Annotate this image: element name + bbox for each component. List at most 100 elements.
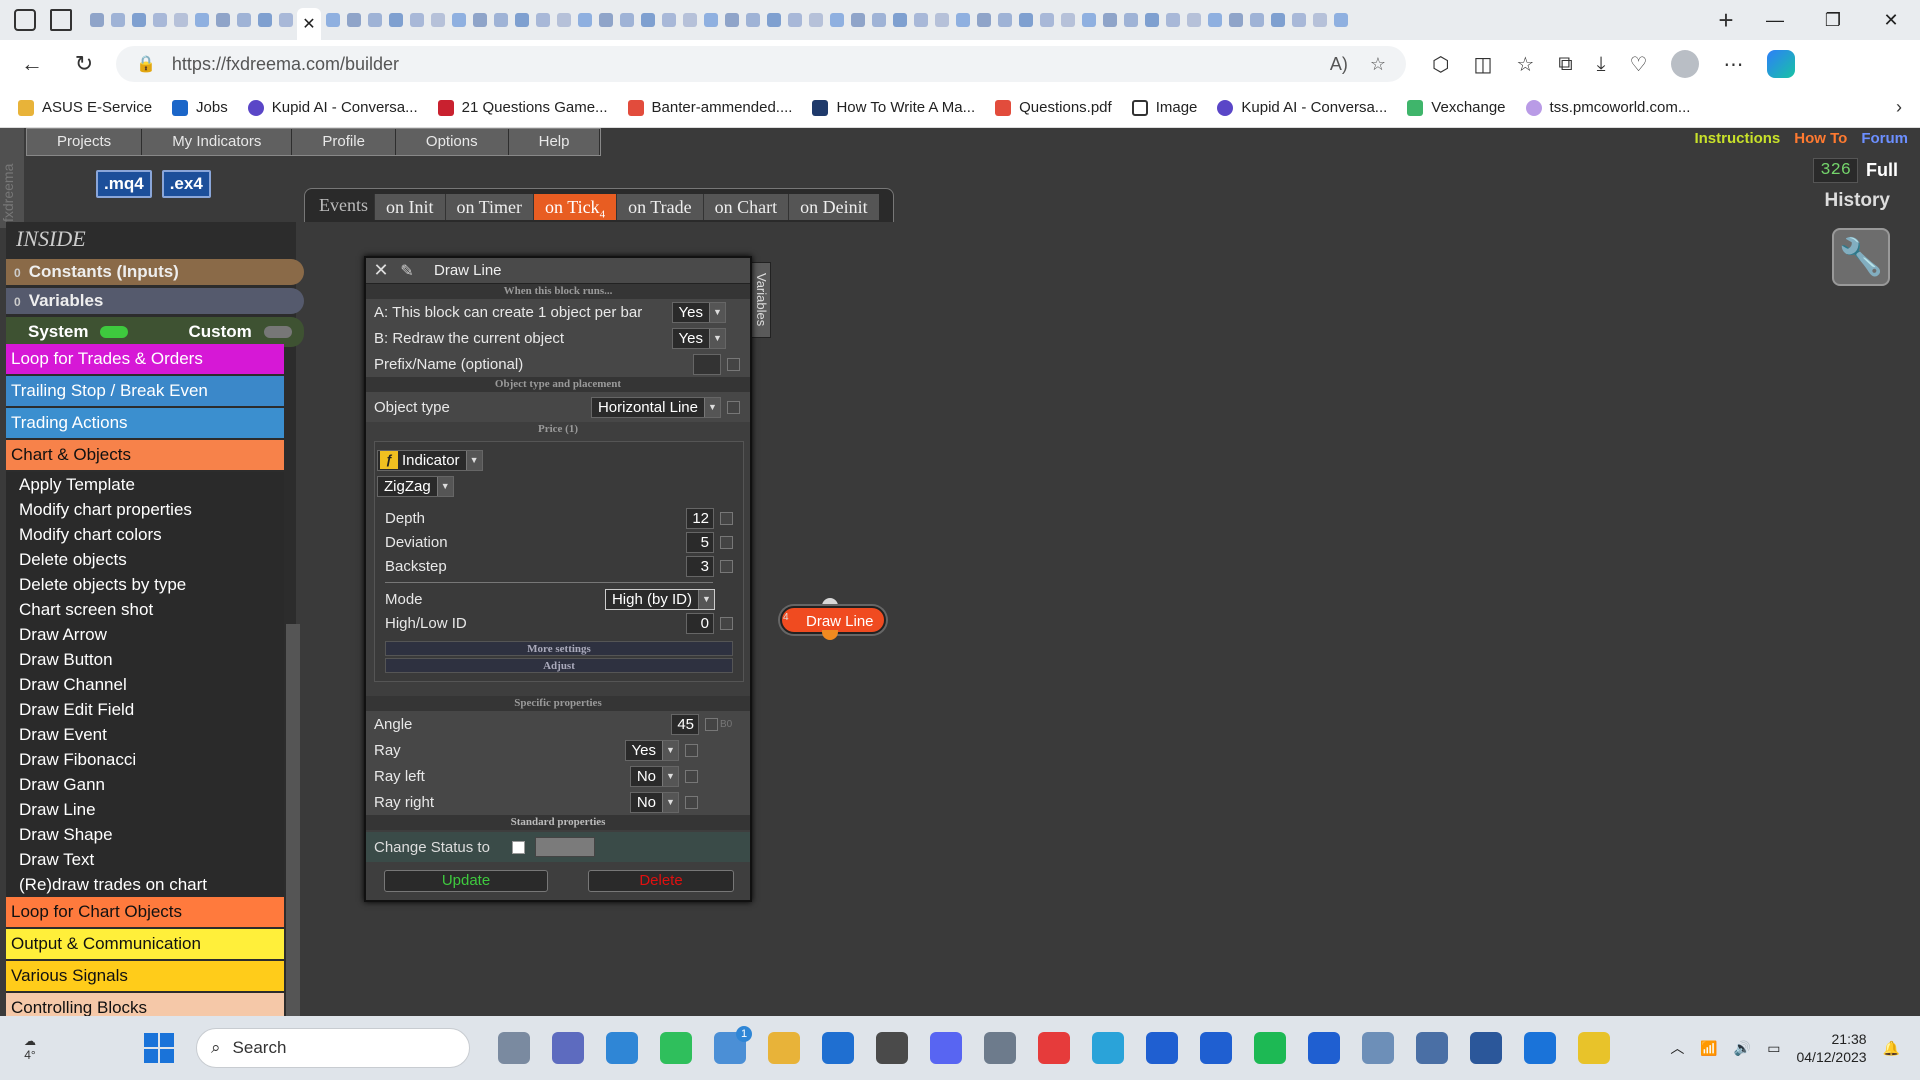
ray-left-checkbox[interactable]	[685, 769, 698, 783]
copilot-icon[interactable]	[1767, 50, 1796, 78]
bookmark-item[interactable]: Image	[1131, 99, 1197, 116]
event-tab[interactable]: on Trade	[616, 194, 703, 220]
browser-tab[interactable]	[1058, 7, 1077, 33]
option-a-select[interactable]: Yes ▼	[671, 301, 726, 323]
minimize-icon[interactable]: —	[1746, 10, 1804, 31]
ex4-button[interactable]: .ex4	[161, 170, 211, 198]
browser-essentials-icon[interactable]: ♡	[1629, 52, 1647, 77]
menu-projects[interactable]: Projects	[27, 129, 143, 155]
update-button[interactable]: Update	[384, 870, 548, 892]
menu-help[interactable]: Help	[509, 129, 601, 155]
status-checkbox[interactable]	[511, 840, 525, 854]
wrench-icon[interactable]: 🔧	[1832, 228, 1890, 286]
browser-tab[interactable]	[1184, 7, 1203, 33]
browser-tab[interactable]	[827, 7, 846, 33]
close-window-icon[interactable]: ✕	[1862, 10, 1920, 31]
source-select[interactable]: ƒ Indicator ▼	[377, 448, 743, 472]
more-bookmarks-icon[interactable]: ›	[1896, 97, 1920, 118]
notifications-icon[interactable]: 🔔	[1883, 1040, 1900, 1057]
bookmark-item[interactable]: Banter-ammended....	[627, 99, 792, 116]
taskbar-app-icon[interactable]	[984, 1032, 1016, 1064]
browser-tab[interactable]	[869, 7, 888, 33]
browser-tab[interactable]	[428, 7, 447, 33]
browser-tab[interactable]	[449, 7, 468, 33]
browser-tab[interactable]	[234, 7, 253, 33]
constants-inputs-button[interactable]: 0 Constants (Inputs)	[6, 259, 304, 285]
browser-tab[interactable]	[764, 7, 783, 33]
forum-link[interactable]: Forum	[1861, 130, 1908, 147]
browser-tab-active[interactable]: ✕	[297, 8, 321, 40]
browser-tab[interactable]	[1310, 7, 1329, 33]
block-item[interactable]: Draw Gann	[6, 772, 284, 797]
browser-tab[interactable]	[407, 7, 426, 33]
block-item[interactable]: Draw Text	[6, 847, 284, 872]
weather-widget[interactable]: ☁ 4°	[0, 1034, 60, 1062]
browser-tab[interactable]	[491, 7, 510, 33]
prefix-input[interactable]	[693, 353, 721, 375]
browser-tab[interactable]	[554, 7, 573, 33]
history-button[interactable]: History	[1825, 190, 1890, 212]
browser-tab[interactable]	[129, 7, 148, 33]
browser-tab[interactable]	[596, 7, 615, 33]
browser-tab[interactable]	[1226, 7, 1245, 33]
read-aloud-icon[interactable]: A)	[1330, 54, 1348, 75]
category-item[interactable]: Trailing Stop / Break Even	[6, 376, 284, 406]
instructions-link[interactable]: Instructions	[1694, 130, 1780, 147]
bookmark-item[interactable]: Jobs	[172, 99, 228, 116]
taskbar-app-icon[interactable]	[1578, 1032, 1610, 1064]
bookmark-item[interactable]: Kupid AI - Conversa...	[247, 99, 418, 116]
category-item[interactable]: Various Signals	[6, 961, 284, 991]
taskbar-app-icon[interactable]	[1362, 1032, 1394, 1064]
browser-tab[interactable]	[533, 7, 552, 33]
browser-tab[interactable]	[743, 7, 762, 33]
browser-tab[interactable]	[785, 7, 804, 33]
workspaces-icon[interactable]	[14, 9, 36, 31]
downloads-icon[interactable]: ⤓	[1597, 53, 1606, 76]
browser-tab[interactable]	[1331, 7, 1350, 33]
taskbar-app-icon[interactable]	[1038, 1032, 1070, 1064]
param-checkbox[interactable]	[720, 511, 733, 525]
close-tab-icon[interactable]: ✕	[302, 14, 315, 34]
custom-toggle[interactable]	[263, 326, 292, 338]
browser-tab[interactable]	[87, 7, 106, 33]
browser-tab[interactable]	[680, 7, 699, 33]
browser-tab[interactable]	[911, 7, 930, 33]
ray-right-select[interactable]: No ▼	[629, 791, 679, 813]
taskbar-app-icon[interactable]	[930, 1032, 962, 1064]
ray-right-checkbox[interactable]	[685, 795, 698, 809]
event-tab[interactable]: on Init	[374, 194, 445, 220]
taskbar-app-icon[interactable]	[660, 1032, 692, 1064]
full-button[interactable]: Full	[1858, 160, 1898, 181]
browser-tab[interactable]	[386, 7, 405, 33]
taskbar-app-icon[interactable]	[552, 1032, 584, 1064]
bookmark-item[interactable]: tss.pmcoworld.com...	[1525, 99, 1690, 116]
browser-tab[interactable]	[213, 7, 232, 33]
category-item[interactable]: Trading Actions	[6, 408, 284, 438]
param-input[interactable]: 3	[686, 555, 714, 577]
object-type-checkbox[interactable]	[727, 400, 740, 414]
browser-tab[interactable]	[171, 7, 190, 33]
indicator-select[interactable]: ZigZag ▼	[377, 474, 743, 498]
status-input[interactable]	[534, 837, 595, 857]
bookmark-item[interactable]: How To Write A Ma...	[812, 99, 975, 116]
block-item[interactable]: Draw Event	[6, 722, 284, 747]
category-item[interactable]: Output & Communication	[6, 929, 284, 959]
mode-select[interactable]: High (by ID) ▼	[604, 588, 715, 610]
pin-icon[interactable]: ✎	[392, 261, 422, 281]
category-item[interactable]: Loop for Trades & Orders	[6, 344, 284, 374]
refresh-icon[interactable]: ↻	[64, 51, 104, 77]
browser-tab[interactable]	[806, 7, 825, 33]
block-item[interactable]: Draw Edit Field	[6, 697, 284, 722]
param-input[interactable]: 12	[686, 507, 714, 529]
block-item[interactable]: Modify chart colors	[6, 522, 284, 547]
browser-tab[interactable]	[575, 7, 594, 33]
bookmark-item[interactable]: Kupid AI - Conversa...	[1217, 99, 1387, 116]
event-tab[interactable]: on Timer	[444, 194, 534, 220]
taskbar-app-icon[interactable]	[1524, 1032, 1556, 1064]
angle-checkbox[interactable]	[705, 717, 718, 731]
block-item[interactable]: Delete objects	[6, 547, 284, 572]
block-item[interactable]: Modify chart properties	[6, 497, 284, 522]
profile-avatar[interactable]	[1671, 50, 1700, 78]
url-field[interactable]: 🔒 https://fxdreema.com/builder A) ☆	[116, 46, 1406, 82]
taskbar-app-icon[interactable]	[876, 1032, 908, 1064]
